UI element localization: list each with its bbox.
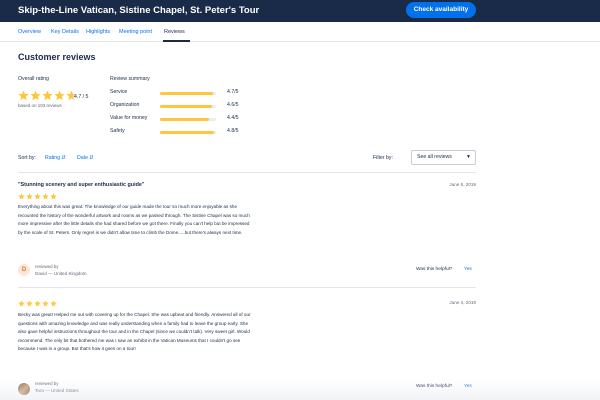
review-title: "Stunning scenery and super enthusiastic… — [18, 182, 145, 188]
check-availability-button[interactable]: Check availability — [406, 2, 476, 18]
overall-rating-score: 4.7 / 5 — [74, 94, 89, 100]
top-bar: Skip-the-Line Vatican, Sistine Chapel, S… — [0, 0, 600, 22]
sort-by-label: Sort by: — [18, 155, 36, 161]
sort-arrows-icon: ⇵ — [61, 155, 66, 161]
helpful-prompt: Was this helpful? — [416, 267, 453, 272]
tab-overview[interactable]: Overview — [18, 29, 41, 35]
summary-row-label: Value for money — [110, 115, 148, 121]
star-icon — [18, 90, 29, 101]
helpful-yes-link[interactable]: Yes — [464, 267, 472, 272]
review-date: June 5, 2019 — [449, 182, 476, 187]
star-icon — [34, 300, 41, 307]
tab-highlights[interactable]: Highlights — [86, 29, 110, 35]
filter-by-label: Filter by: — [373, 155, 393, 161]
star-icon — [34, 193, 41, 200]
summary-row-value: 4.4/5 — [227, 115, 239, 121]
summary-row-label: Safety — [110, 128, 125, 134]
tab-key-details[interactable]: Key Details — [51, 29, 79, 35]
summary-row-service: Service 4.7/5 — [110, 88, 260, 98]
star-icon — [50, 193, 57, 200]
overall-rating-label: Overall rating — [18, 76, 49, 82]
summary-row-value-for-money: Value for money 4.4/5 — [110, 114, 260, 124]
review-text: Everything about this was great. The kno… — [18, 204, 250, 235]
sort-option-label: Date — [77, 155, 88, 161]
divider — [18, 287, 476, 288]
summary-row-label: Organization — [110, 102, 140, 108]
star-icon — [18, 300, 25, 307]
section-tabs: Overview Key Details Highlights Meeting … — [0, 22, 600, 42]
sort-option-label: Rating — [45, 155, 60, 161]
rating-bar-track — [160, 131, 216, 134]
summary-row-organization: Organization 4.6/5 — [110, 101, 260, 111]
rating-bar-track — [160, 105, 216, 108]
summary-row-value: 4.8/5 — [227, 128, 239, 134]
rating-bar-track — [160, 118, 216, 121]
filter-selected-value: See all reviews — [417, 154, 452, 160]
summary-row-value: 4.6/5 — [227, 102, 239, 108]
rating-bar-fill — [160, 92, 213, 95]
sort-by-rating[interactable]: Rating ⇵ — [45, 155, 66, 161]
rating-bar-fill — [160, 118, 210, 121]
star-icon — [50, 300, 57, 307]
review-summary-label: Review summary — [110, 76, 150, 82]
review-count: based on 103 reviews — [18, 103, 62, 108]
active-tab-indicator — [163, 40, 190, 42]
star-icon — [26, 300, 33, 307]
tab-meeting-point[interactable]: Meeting point — [119, 29, 152, 35]
star-icon — [30, 90, 41, 101]
summary-row-value: 4.7/5 — [227, 89, 239, 95]
summary-row-safety: Safety 4.8/5 — [110, 127, 260, 137]
review-author: David — United Kingdom — [35, 271, 87, 276]
star-icon — [42, 90, 53, 101]
tab-reviews[interactable]: Reviews — [164, 29, 185, 35]
rating-bar-fill — [160, 105, 212, 108]
rating-bar-track — [160, 92, 216, 95]
overall-rating-stars — [18, 90, 77, 101]
reviewed-by-label: reviewed by — [35, 264, 59, 269]
bottom-fade — [0, 380, 600, 400]
review-text: Becky was great! Helped me out with cove… — [18, 312, 251, 351]
avatar: D — [18, 264, 30, 276]
star-icon — [18, 193, 25, 200]
divider — [18, 172, 476, 173]
filter-select[interactable]: See all reviews ▼ — [411, 150, 476, 165]
customer-reviews-heading: Customer reviews — [18, 52, 96, 62]
review-stars — [18, 300, 57, 307]
sort-arrows-icon: ⇵ — [89, 155, 94, 161]
page-title: Skip-the-Line Vatican, Sistine Chapel, S… — [18, 5, 260, 16]
star-icon — [42, 193, 49, 200]
chevron-down-icon: ▼ — [466, 154, 471, 160]
star-icon — [54, 90, 65, 101]
summary-row-label: Service — [110, 89, 128, 95]
sort-by-date[interactable]: Date ⇵ — [77, 155, 94, 161]
review-stars — [18, 193, 57, 200]
review-date: June 4, 2019 — [449, 300, 476, 305]
star-icon — [26, 193, 33, 200]
rating-bar-fill — [160, 131, 214, 134]
star-icon — [42, 300, 49, 307]
